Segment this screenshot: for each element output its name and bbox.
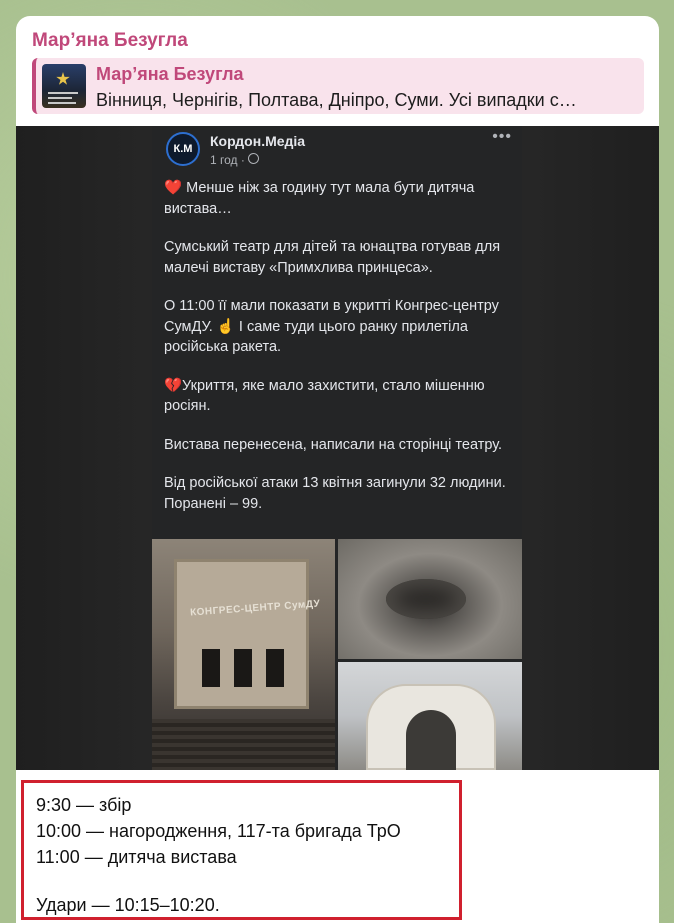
crater — [386, 579, 466, 619]
window — [202, 649, 220, 687]
message-bubble: Мар’яна Безугла Мар’яна Безугла Вінниця,… — [16, 16, 659, 923]
facebook-post-screenshot: К.М Кордон.Медіа 1 год · ••• ❤️ Менше ні… — [152, 126, 522, 770]
window — [266, 649, 284, 687]
star-icon — [56, 72, 70, 85]
post-paragraph: Вистава перенесена, написали на сторінці… — [164, 436, 503, 453]
reply-thumbnail — [42, 64, 86, 108]
congress-center-photo: КОНГРЕС-ЦЕНТР СумДУ — [152, 539, 335, 770]
post-body: ❤️ Менше ніж за годину тут мала бути дит… — [164, 178, 514, 532]
caption-line: 10:00 — нагородження, 117-та бригада ТрО — [36, 821, 401, 841]
caption-line: Удари — 10:15–10:20. — [36, 895, 220, 915]
post-paragraph: 💔Укриття, яке мало захистити, стало міше… — [164, 377, 485, 415]
doorway — [406, 710, 456, 770]
highlighted-caption: 9:30 — збір 10:00 — нагородження, 117-та… — [21, 780, 462, 920]
page-avatar: К.М — [166, 132, 200, 166]
post-paragraph: Сумський театр для дітей та юнацтва готу… — [164, 239, 501, 276]
more-icon: ••• — [492, 128, 512, 145]
stairs — [152, 719, 335, 770]
page-name: Кордон.Медіа — [210, 133, 306, 149]
thumb-text-line — [48, 97, 72, 99]
globe-icon — [248, 153, 259, 164]
thumb-text-line — [48, 92, 78, 94]
reply-text: Вінниця, Чернігів, Полтава, Дніпро, Суми… — [96, 90, 577, 110]
crater-photo — [338, 539, 522, 659]
media-image[interactable]: К.М Кордон.Медіа 1 год · ••• ❤️ Менше ні… — [16, 126, 659, 770]
sender-name[interactable]: Мар’яна Безугла — [32, 30, 188, 52]
window — [234, 649, 252, 687]
caption-line: 9:30 — збір — [36, 795, 132, 815]
photo-collage: КОНГРЕС-ЦЕНТР СумДУ — [152, 539, 522, 770]
reply-title: Мар’яна Безугла — [96, 64, 244, 84]
post-paragraph: Від російської атаки 13 квітня загинули … — [164, 475, 506, 512]
caption-line: 11:00 — дитяча вистава — [36, 847, 237, 867]
thumb-text-line — [48, 102, 76, 104]
post-paragraph: ❤️ Менше ніж за годину тут мала бути дит… — [164, 180, 475, 217]
post-time: 1 год · — [210, 153, 245, 167]
theatre-building-photo — [338, 662, 522, 770]
reply-preview[interactable]: Мар’яна Безугла Вінниця, Чернігів, Полта… — [32, 58, 644, 114]
post-paragraph: О 11:00 її мали показати в укритті Конгр… — [164, 298, 499, 355]
